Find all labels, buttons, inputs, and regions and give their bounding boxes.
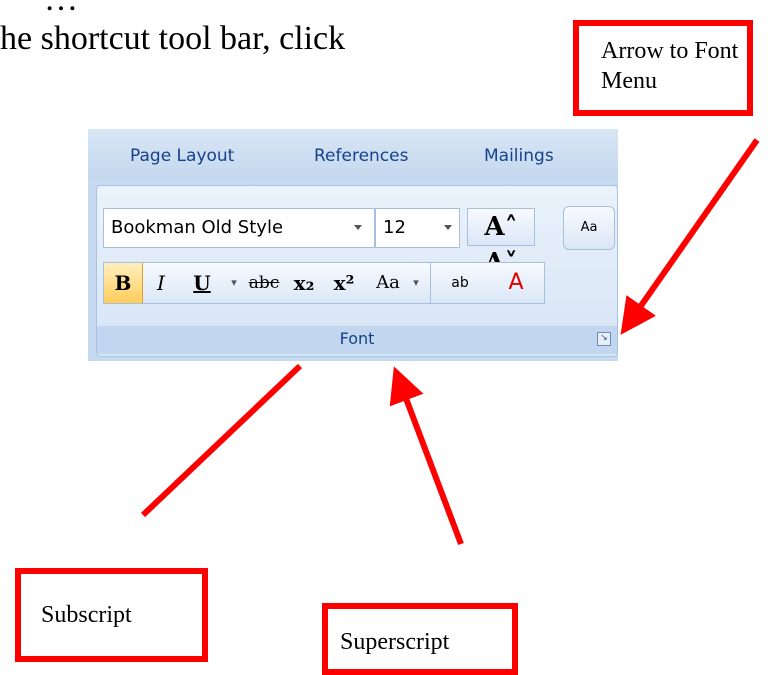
subscript-callout: Subscript xyxy=(15,568,208,662)
superscript-callout: Superscript xyxy=(322,603,518,675)
arrow-superscript xyxy=(389,366,464,546)
arrow-subscript xyxy=(140,363,303,518)
font-menu-callout: Arrow to Font Menu xyxy=(573,20,753,116)
arrow-to-font-menu xyxy=(620,138,760,335)
